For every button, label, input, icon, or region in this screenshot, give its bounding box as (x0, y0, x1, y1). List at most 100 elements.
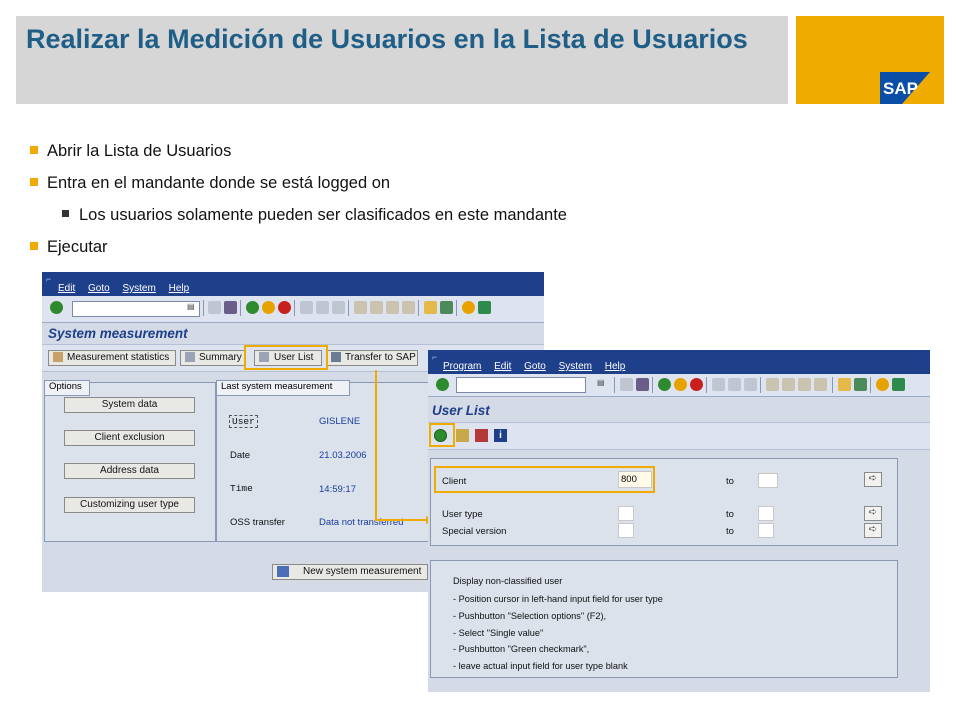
last-measurement-tab[interactable]: Last system measurement (216, 380, 350, 396)
bullet-1: Abrir la Lista de Usuarios (30, 142, 231, 161)
user-type-from-input[interactable] (618, 506, 634, 521)
menu-help[interactable]: Help (605, 361, 626, 372)
sap-logo: SAP (880, 72, 930, 104)
note-line: - Position cursor in left-hand input fie… (453, 594, 663, 604)
menu-goto[interactable]: Goto (524, 361, 546, 372)
shortcut-icon[interactable] (854, 378, 867, 391)
address-data-button[interactable]: Address data (64, 463, 195, 479)
client-multiple-selection-button[interactable]: ➪ (864, 472, 882, 487)
standard-toolbar: ▤ (42, 296, 544, 323)
previous-page-icon[interactable] (782, 378, 795, 391)
back-icon[interactable] (246, 301, 259, 314)
user-type-multiple-selection-button[interactable]: ➪ (864, 506, 882, 521)
note-line: - Pushbutton "Selection options" (F2), (453, 611, 607, 621)
refresh-icon (277, 565, 289, 577)
standard-toolbar: ▤ (428, 374, 930, 397)
enter-icon[interactable] (436, 378, 449, 391)
application-toolbar: i (428, 422, 930, 450)
find-next-icon[interactable] (744, 378, 757, 391)
client-to-label: to (726, 476, 734, 487)
save-variant-icon[interactable] (475, 429, 488, 442)
user-type-to-input[interactable] (758, 506, 774, 521)
shortcut-icon[interactable] (440, 301, 453, 314)
enter-icon[interactable] (50, 301, 63, 314)
toolbar-left-arrow-icon[interactable] (208, 301, 221, 314)
special-version-from-input[interactable] (618, 523, 634, 538)
menu-help[interactable]: Help (169, 283, 190, 294)
oss-transfer-value: Data not transferred (319, 517, 404, 528)
next-page-icon[interactable] (386, 301, 399, 314)
toolbar-left-arrow-icon[interactable] (620, 378, 633, 391)
date-value: 21.03.2006 (319, 450, 367, 461)
window-menu-icon[interactable]: ⌐ (432, 352, 437, 362)
bullet-3: Ejecutar (30, 238, 108, 257)
menu-bar: ⌐ Edit Goto System Help (42, 272, 544, 296)
customize-layout-icon[interactable] (892, 378, 905, 391)
save-icon[interactable] (224, 301, 237, 314)
menu-edit[interactable]: Edit (58, 283, 75, 294)
find-icon[interactable] (728, 378, 741, 391)
window-menu-icon[interactable]: ⌐ (46, 274, 51, 284)
note-line: - Pushbutton "Green checkmark", (453, 644, 590, 654)
exit-icon[interactable] (674, 378, 687, 391)
cancel-icon[interactable] (278, 301, 291, 314)
client-to-input[interactable] (758, 473, 778, 488)
bullet-marker (30, 145, 38, 154)
print-icon[interactable] (712, 378, 725, 391)
last-page-icon[interactable] (814, 378, 827, 391)
next-page-icon[interactable] (798, 378, 811, 391)
execute-highlight (429, 423, 455, 447)
special-version-to-label: to (726, 526, 734, 537)
bullet-text: Los usuarios solamente pueden ser clasif… (79, 206, 567, 224)
client-highlight (434, 466, 655, 493)
back-icon[interactable] (658, 378, 671, 391)
previous-page-icon[interactable] (370, 301, 383, 314)
note-line: - leave actual input field for user type… (453, 661, 628, 671)
oss-transfer-label: OSS transfer (230, 517, 285, 528)
help-icon[interactable] (462, 301, 475, 314)
command-field[interactable] (456, 377, 586, 393)
find-next-icon[interactable] (332, 301, 345, 314)
note-line: Display non-classified user (453, 576, 563, 586)
time-value: 14:59:17 (319, 484, 356, 495)
first-page-icon[interactable] (766, 378, 779, 391)
bullet-text: Entra en el mandante donde se está logge… (47, 174, 391, 192)
transfer-to-sap-button[interactable]: Transfer to SAP (326, 350, 418, 366)
menu-goto[interactable]: Goto (88, 283, 110, 294)
save-icon[interactable] (636, 378, 649, 391)
bullet-text: Abrir la Lista de Usuarios (47, 142, 232, 160)
system-data-button[interactable]: System data (64, 397, 195, 413)
info-icon[interactable]: i (494, 429, 507, 442)
page-title: Realizar la Medición de Usuarios en la L… (26, 24, 748, 54)
special-version-multiple-selection-button[interactable]: ➪ (864, 523, 882, 538)
client-exclusion-button[interactable]: Client exclusion (64, 430, 195, 446)
menu-system[interactable]: System (559, 361, 592, 372)
summary-button[interactable]: Summary (180, 350, 246, 366)
new-session-icon[interactable] (838, 378, 851, 391)
new-session-icon[interactable] (424, 301, 437, 314)
command-field[interactable] (72, 301, 200, 317)
menu-edit[interactable]: Edit (494, 361, 511, 372)
user-value: GISLENE (319, 416, 361, 427)
screen-title: User List (432, 403, 490, 418)
command-dropdown-icon[interactable]: ▤ (187, 302, 195, 311)
measurement-statistics-button[interactable]: Measurement statistics (48, 350, 176, 366)
find-icon[interactable] (316, 301, 329, 314)
first-page-icon[interactable] (354, 301, 367, 314)
menu-bar: ⌐ Program Edit Goto System Help (428, 350, 930, 374)
cancel-icon[interactable] (690, 378, 703, 391)
menu-system[interactable]: System (122, 283, 155, 294)
special-version-to-input[interactable] (758, 523, 774, 538)
menu-program[interactable]: Program (443, 361, 481, 372)
get-variant-icon[interactable] (456, 429, 469, 442)
help-icon[interactable] (876, 378, 889, 391)
new-system-measurement-button[interactable]: New system measurement (272, 564, 428, 580)
customize-layout-icon[interactable] (478, 301, 491, 314)
user-type-label: User type (442, 509, 483, 520)
command-dropdown-icon[interactable]: ▤ (597, 378, 605, 387)
print-icon[interactable] (300, 301, 313, 314)
exit-icon[interactable] (262, 301, 275, 314)
options-tab[interactable]: Options (44, 380, 90, 396)
last-page-icon[interactable] (402, 301, 415, 314)
customizing-user-type-button[interactable]: Customizing user type (64, 497, 195, 513)
